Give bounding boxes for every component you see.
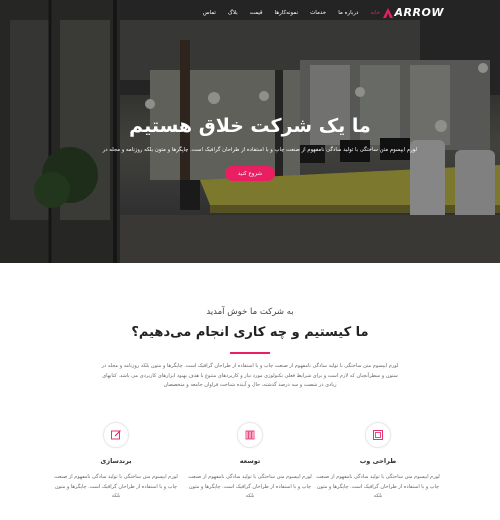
welcome-text: به شرکت ما خوش آمدید <box>206 307 294 317</box>
brand-logo[interactable]: ARROW <box>382 6 444 19</box>
service-title: توسعه <box>239 457 261 465</box>
brand-logo-text: ARROW <box>394 6 444 19</box>
service-text: لورم ایپسوم متن ساختگی با تولید سادگی نا… <box>54 474 178 499</box>
development-icon <box>237 422 263 448</box>
hero-subtitle: لورم ایپسوم متن ساختگی با تولید سادگی نا… <box>102 147 417 153</box>
hero-section: ARROW خانه درباره ما خدمات نمونه‌کارها ق… <box>0 0 500 263</box>
service-title: برندسازی <box>100 457 132 465</box>
nav-item-about[interactable]: درباره ما <box>338 10 358 16</box>
branding-icon <box>103 422 129 448</box>
service-card-branding: برندسازی لورم ایپسوم متن ساختگی با تولید… <box>46 422 186 502</box>
service-text: لورم ایپسوم متن ساختگی با تولید سادگی نا… <box>188 474 312 499</box>
hero-title: ما یک شرکت خلاق هستیم <box>129 115 371 137</box>
nav-item-portfolio[interactable]: نمونه‌کارها <box>275 10 299 16</box>
service-title: طراحی وب <box>359 457 397 465</box>
service-text: لورم ایپسوم متن ساختگی با تولید سادگی نا… <box>316 474 440 499</box>
nav-item-contact[interactable]: تماس <box>203 10 216 16</box>
arrow-logo-icon <box>382 7 393 18</box>
about-title: ما کیستیم و چه کاری انجام می‌دهیم؟ <box>131 325 369 340</box>
title-divider <box>230 352 270 354</box>
site-header: ARROW خانه درباره ما خدمات نمونه‌کارها ق… <box>0 0 500 28</box>
nav-item-pricing[interactable]: قیمت <box>250 10 263 16</box>
web-design-icon <box>365 422 391 448</box>
about-paragraph: لورم ایپسوم متن ساختگی با تولید سادگی نا… <box>101 363 399 388</box>
nav-item-home[interactable]: خانه <box>370 10 380 16</box>
get-started-button[interactable]: شروع کنید <box>225 166 275 181</box>
nav-item-blog[interactable]: بلاگ <box>228 10 238 16</box>
service-card-web-design: طراحی وب لورم ایپسوم متن ساختگی با تولید… <box>308 422 448 502</box>
service-card-development: توسعه لورم ایپسوم متن ساختگی با تولید سا… <box>180 422 320 502</box>
nav-item-services[interactable]: خدمات <box>310 10 326 16</box>
main-nav: خانه درباره ما خدمات نمونه‌کارها قیمت بل… <box>191 10 380 16</box>
